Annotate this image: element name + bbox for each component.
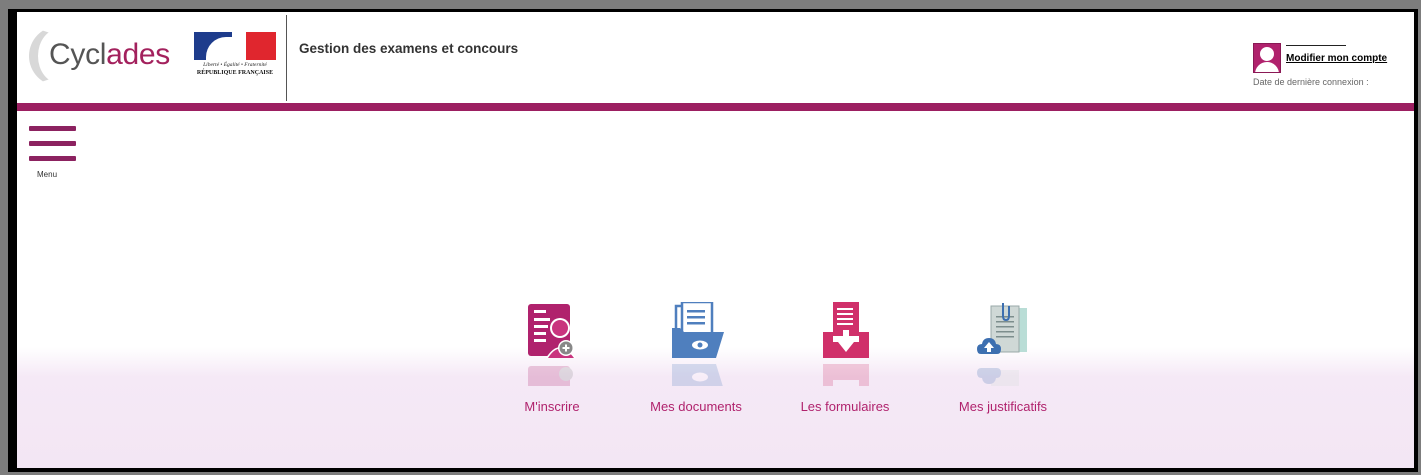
tile-forms-label: Les formulaires — [800, 399, 890, 414]
documents-folder-icon — [672, 302, 724, 358]
hamburger-icon — [29, 126, 76, 131]
menu-label: Menu — [37, 170, 58, 179]
marianne-logo: Liberté • Égalité • Fraternité RÉPUBLIQU… — [191, 32, 279, 82]
edit-account-link[interactable]: Modifier mon compte — [1286, 53, 1387, 64]
window-frame: Cyclades Liberté • Égalité • Fraternité … — [8, 9, 1418, 472]
tile-receipts-label: Mes justificatifs — [958, 399, 1048, 414]
tile-documents[interactable]: Mes documents — [631, 302, 761, 422]
republic-motto: Liberté • Égalité • Fraternité — [203, 62, 267, 68]
hamburger-menu-button[interactable] — [29, 126, 79, 176]
user-account-box: Modifier mon compte Date de dernière con… — [1253, 41, 1413, 91]
cyclades-logo[interactable]: Cyclades — [29, 24, 179, 86]
tile-receipts[interactable]: Mes justificatifs — [938, 302, 1068, 422]
page: Cyclades Liberté • Égalité • Fraternité … — [17, 12, 1414, 468]
header-divider — [286, 15, 287, 101]
republic-name: RÉPUBLIQUE FRANÇAISE — [196, 70, 274, 76]
header: Cyclades Liberté • Égalité • Fraternité … — [17, 12, 1414, 103]
last-login-text: Date de dernière connexion : — [1253, 77, 1369, 87]
logo-text: Cyclades — [49, 38, 170, 71]
forms-icon-reflection — [819, 362, 873, 386]
avatar-icon[interactable] — [1253, 43, 1281, 73]
tile-register-label: M'inscrire — [524, 399, 580, 414]
receipts-upload-icon — [977, 303, 1027, 354]
documents-icon-reflection — [670, 362, 724, 386]
page-title: Gestion des examens et concours — [299, 41, 519, 56]
header-accent-bar — [17, 103, 1414, 111]
register-user-icon — [528, 304, 576, 358]
tile-register[interactable]: M'inscrire — [487, 302, 617, 422]
tile-documents-label: Mes documents — [650, 399, 742, 414]
receipts-icon-reflection — [977, 362, 1031, 386]
forms-download-icon — [823, 302, 869, 358]
hamburger-icon-bar — [29, 141, 76, 146]
user-name-underline — [1286, 45, 1346, 46]
tile-forms[interactable]: Les formulaires — [780, 302, 910, 422]
french-flag-icon — [194, 32, 276, 60]
register-icon-reflection — [526, 362, 580, 386]
hamburger-icon-bar — [29, 156, 76, 161]
